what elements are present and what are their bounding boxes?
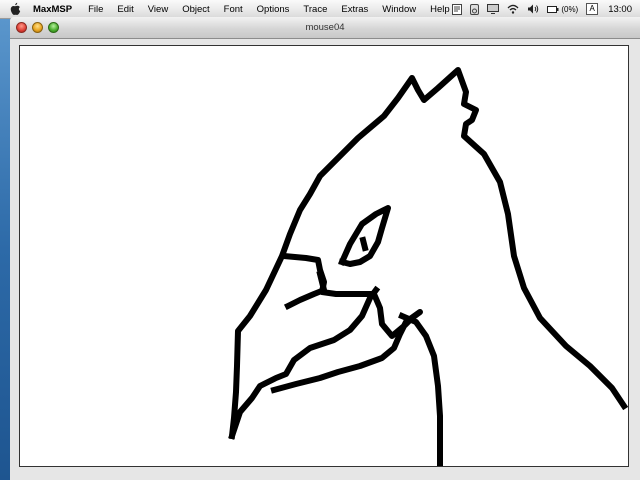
status-menus: (0%) A 13:00 <box>444 0 640 18</box>
wifi-icon[interactable] <box>507 4 519 14</box>
script-menu-icon[interactable] <box>452 3 463 15</box>
battery-percent: (0%) <box>561 4 579 14</box>
volume-icon[interactable] <box>527 4 539 14</box>
eye-pupil-stroke <box>359 236 369 252</box>
jaw-hook-stroke <box>283 270 327 311</box>
menu-options[interactable]: Options <box>257 4 290 15</box>
bird-drawing <box>228 67 628 466</box>
minimize-button[interactable] <box>32 22 43 33</box>
menu-object[interactable]: Object <box>182 4 209 15</box>
eye-stroke <box>338 205 391 267</box>
neck-stroke <box>398 312 443 466</box>
head-outline-stroke <box>228 67 628 440</box>
menu-clock[interactable]: 13:00 <box>608 4 632 15</box>
close-button[interactable] <box>16 22 27 33</box>
menu-edit[interactable]: Edit <box>117 4 133 15</box>
beak-upper-stroke <box>270 252 423 394</box>
ipod-icon[interactable] <box>470 3 480 15</box>
display-icon[interactable] <box>487 4 500 14</box>
menu-font[interactable]: Font <box>224 4 243 15</box>
menu-file[interactable]: File <box>88 4 103 15</box>
zoom-button[interactable] <box>48 22 59 33</box>
menu-trace[interactable]: Trace <box>303 4 327 15</box>
battery-status[interactable]: (0%) <box>547 5 578 14</box>
drawing-canvas[interactable] <box>19 45 629 467</box>
menu-window[interactable]: Window <box>382 4 416 15</box>
input-menu-label: A <box>586 3 599 15</box>
input-menu[interactable]: A <box>586 3 599 15</box>
battery-icon <box>547 5 559 13</box>
menu-app-name[interactable]: MaxMSP <box>33 4 72 15</box>
menu-view[interactable]: View <box>148 4 168 15</box>
window-title: mouse04 <box>305 22 345 33</box>
patcher-window: mouse04 <box>10 17 640 480</box>
menu-extras[interactable]: Extras <box>341 4 368 15</box>
apple-menu-icon[interactable] <box>9 2 21 16</box>
desktop-background <box>0 18 10 480</box>
window-titlebar[interactable]: mouse04 <box>10 17 640 39</box>
